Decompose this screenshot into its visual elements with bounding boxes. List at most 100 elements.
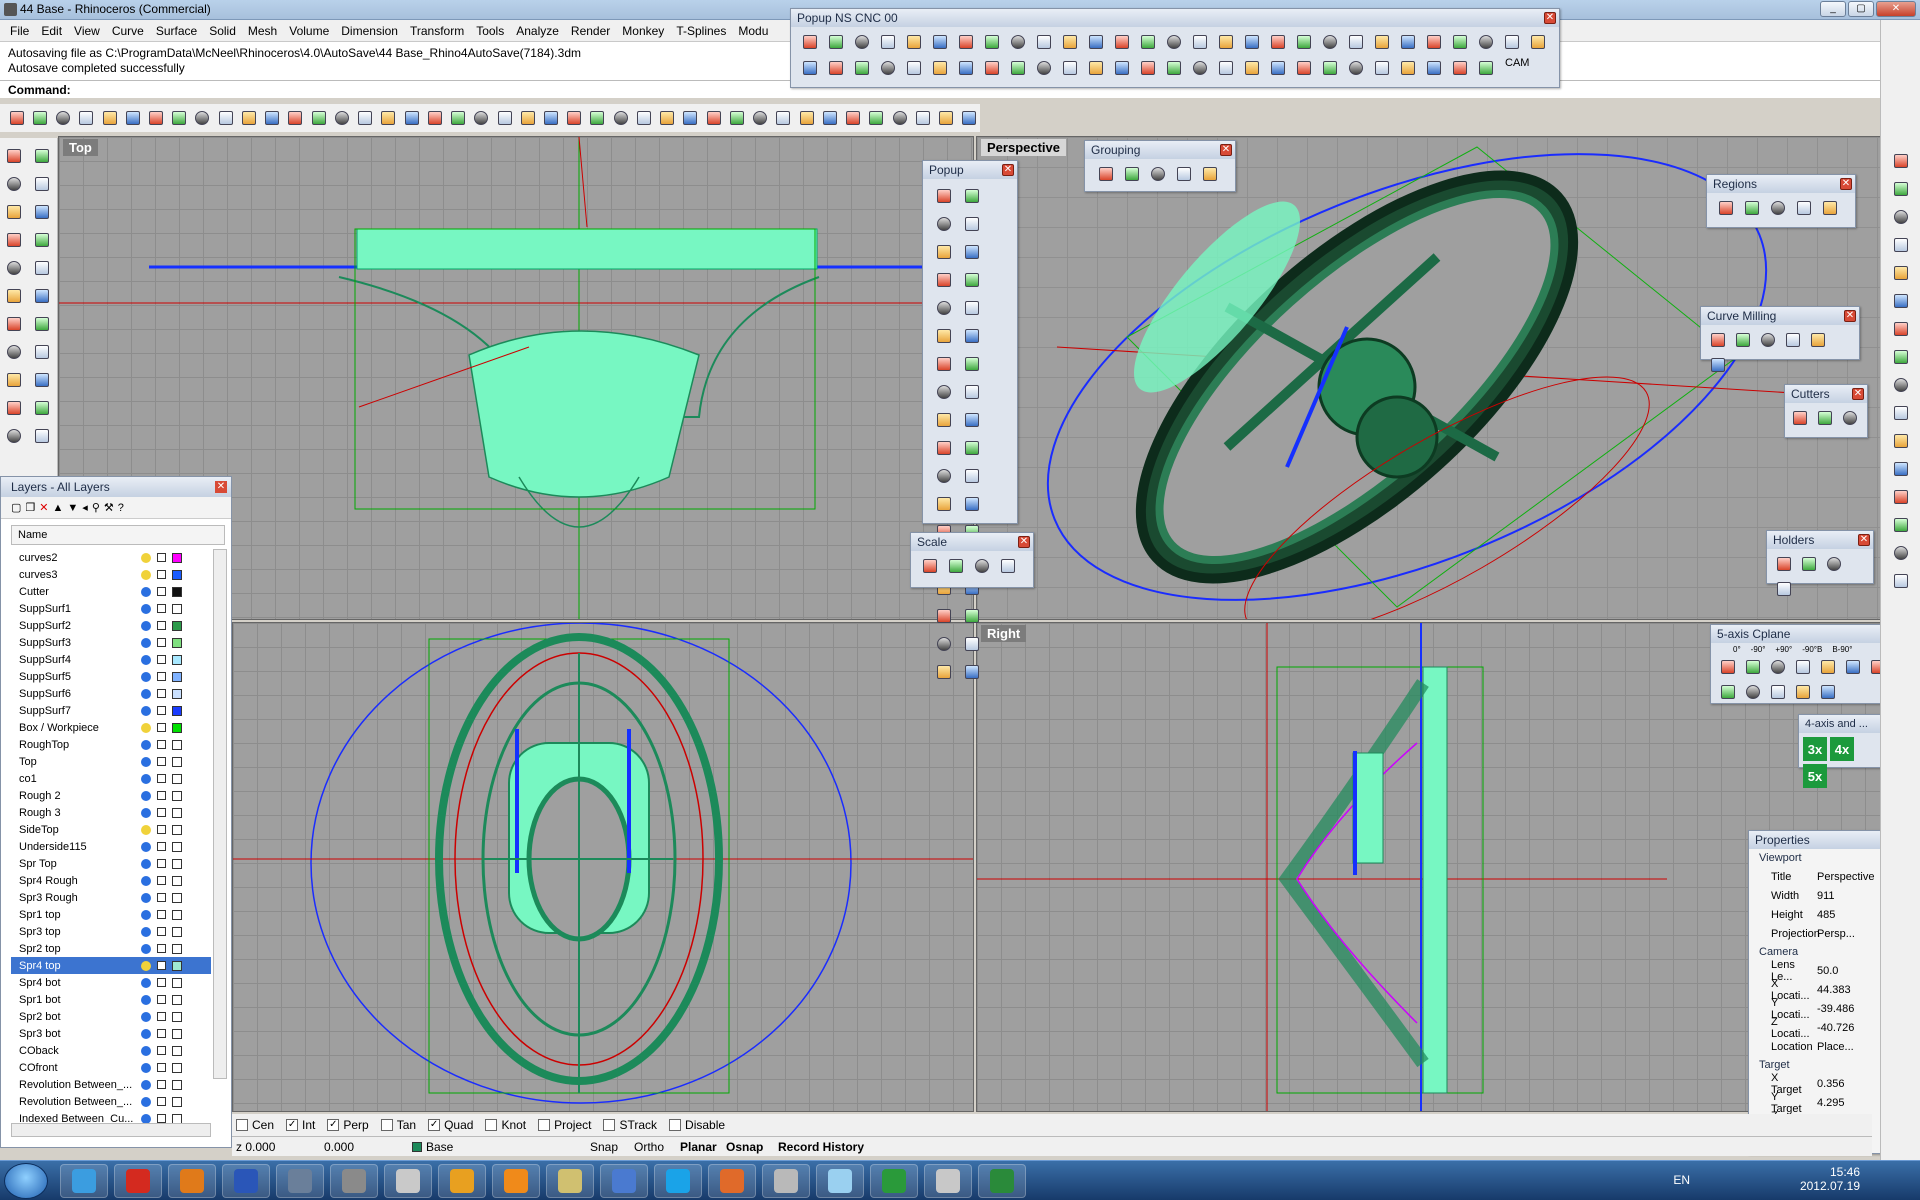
layer-color-swatch[interactable] bbox=[172, 1096, 182, 1107]
cnc-tool-icon[interactable] bbox=[929, 57, 951, 79]
cutter-tool-icon[interactable] bbox=[1789, 407, 1811, 429]
close-icon[interactable]: ✕ bbox=[1544, 12, 1556, 24]
popup-tool-icon[interactable] bbox=[933, 493, 955, 515]
standard-tool-icon[interactable] bbox=[424, 107, 445, 129]
osnap-checkbox[interactable]: ✓ bbox=[428, 1119, 441, 1131]
osnap-checkbox[interactable] bbox=[603, 1119, 616, 1131]
taskbar-app-icon[interactable] bbox=[816, 1164, 864, 1198]
popup-tool-icon[interactable] bbox=[961, 493, 983, 515]
osnap-int[interactable]: ✓ Int bbox=[286, 1118, 315, 1132]
layer-name[interactable]: Spr2 bot bbox=[11, 1011, 137, 1023]
left-tool-icon[interactable] bbox=[31, 201, 53, 223]
lock-icon[interactable] bbox=[157, 825, 166, 834]
osnap-strack[interactable]: STrack bbox=[603, 1118, 657, 1132]
lock-icon[interactable] bbox=[157, 1046, 166, 1055]
lock-icon[interactable] bbox=[157, 553, 166, 562]
standard-tool-icon[interactable] bbox=[773, 107, 794, 129]
standard-tool-icon[interactable] bbox=[935, 107, 956, 129]
cnc-tool-icon[interactable] bbox=[825, 31, 847, 53]
cnc-tool-icon[interactable] bbox=[1423, 57, 1445, 79]
standard-tool-icon[interactable] bbox=[145, 107, 166, 129]
layer-row[interactable]: Spr3 bot bbox=[11, 1025, 211, 1042]
status-layer[interactable]: Base bbox=[426, 1140, 453, 1154]
new-layer-icon[interactable]: ▢ bbox=[11, 501, 21, 514]
cplane-tool-icon[interactable] bbox=[1817, 656, 1839, 678]
layer-color-swatch[interactable] bbox=[172, 807, 182, 818]
standard-tool-icon[interactable] bbox=[494, 107, 515, 129]
standard-tool-icon[interactable] bbox=[564, 107, 585, 129]
layer-color-swatch[interactable] bbox=[172, 688, 182, 699]
layer-name[interactable]: Revolution Between_... bbox=[11, 1096, 137, 1108]
right-tool-icon[interactable] bbox=[1890, 346, 1912, 368]
lightbulb-icon[interactable] bbox=[141, 790, 151, 801]
lightbulb-icon[interactable] bbox=[141, 841, 151, 852]
left-tool-icon[interactable] bbox=[3, 313, 25, 335]
4x-button[interactable]: 4x bbox=[1830, 737, 1854, 761]
layer-name[interactable]: Spr3 top bbox=[11, 926, 137, 938]
left-tool-icon[interactable] bbox=[3, 145, 25, 167]
layer-name[interactable]: SuppSurf7 bbox=[11, 705, 137, 717]
viewport-label-top[interactable]: Top bbox=[63, 139, 98, 156]
taskbar-app-icon[interactable] bbox=[492, 1164, 540, 1198]
layer-name[interactable]: Revolution Between_... bbox=[11, 1079, 137, 1091]
layer-row[interactable]: Revolution Between_... bbox=[11, 1093, 211, 1110]
cplane-tool-icon[interactable] bbox=[1742, 656, 1764, 678]
layer-color-swatch[interactable] bbox=[172, 552, 182, 563]
layer-color-swatch[interactable] bbox=[172, 960, 182, 971]
osnap-tan[interactable]: Tan bbox=[380, 1118, 416, 1132]
right-tool-icon[interactable] bbox=[1890, 486, 1912, 508]
lock-icon[interactable] bbox=[157, 893, 166, 902]
popup-tool-icon[interactable] bbox=[933, 241, 955, 263]
standard-tool-icon[interactable] bbox=[866, 107, 887, 129]
left-tool-icon[interactable] bbox=[3, 425, 25, 447]
menu-dimension[interactable]: Dimension bbox=[335, 24, 404, 38]
taskbar-app-icon[interactable] bbox=[384, 1164, 432, 1198]
cnc-tool-icon[interactable] bbox=[799, 31, 821, 53]
layer-color-swatch[interactable] bbox=[172, 586, 182, 597]
cnc-tool-icon[interactable] bbox=[1501, 31, 1523, 53]
layer-row[interactable]: Spr Top bbox=[11, 855, 211, 872]
standard-tool-icon[interactable] bbox=[680, 107, 701, 129]
lightbulb-icon[interactable] bbox=[141, 994, 151, 1005]
osnap-knot[interactable]: Knot bbox=[485, 1118, 526, 1132]
cnc-tool-icon[interactable] bbox=[799, 57, 821, 79]
cnc-tool-icon[interactable] bbox=[1033, 31, 1055, 53]
cnc-tool-icon[interactable] bbox=[851, 57, 873, 79]
layer-name[interactable]: co1 bbox=[11, 773, 137, 785]
layer-row[interactable]: SideTop bbox=[11, 821, 211, 838]
lightbulb-icon[interactable] bbox=[141, 807, 151, 818]
layer-row[interactable]: Rough 3 bbox=[11, 804, 211, 821]
cnc-tool-icon[interactable] bbox=[1475, 31, 1497, 53]
taskbar-app-icon[interactable] bbox=[600, 1164, 648, 1198]
layer-color-swatch[interactable] bbox=[172, 926, 182, 937]
lock-icon[interactable] bbox=[157, 876, 166, 885]
menu-monkey[interactable]: Monkey bbox=[616, 24, 670, 38]
menu-render[interactable]: Render bbox=[565, 24, 616, 38]
cnc-tool-icon[interactable] bbox=[1111, 31, 1133, 53]
right-tool-icon[interactable] bbox=[1890, 262, 1912, 284]
popup-tool-icon[interactable] bbox=[961, 465, 983, 487]
cnc-tool-icon[interactable] bbox=[955, 31, 977, 53]
cnc-tool-icon[interactable] bbox=[1163, 57, 1185, 79]
layer-color-swatch[interactable] bbox=[172, 756, 182, 767]
lock-icon[interactable] bbox=[157, 655, 166, 664]
cnc-tool-icon[interactable] bbox=[1111, 57, 1133, 79]
taskbar-app-icon[interactable] bbox=[330, 1164, 378, 1198]
cnc-tool-icon[interactable] bbox=[1527, 31, 1549, 53]
popup-tool-icon[interactable] bbox=[933, 325, 955, 347]
region-tool-icon[interactable] bbox=[1715, 197, 1737, 219]
new-sublayer-icon[interactable]: ❐ bbox=[25, 501, 35, 514]
standard-tool-icon[interactable] bbox=[331, 107, 352, 129]
lightbulb-icon[interactable] bbox=[141, 637, 151, 648]
popup-tool-icon[interactable] bbox=[961, 213, 983, 235]
osnap-quad[interactable]: ✓ Quad bbox=[428, 1118, 473, 1132]
lock-icon[interactable] bbox=[157, 621, 166, 630]
lightbulb-icon[interactable] bbox=[141, 1045, 151, 1056]
clock-date[interactable]: 2012.07.19 bbox=[1800, 1179, 1860, 1193]
scale-tool-icon[interactable] bbox=[997, 555, 1019, 577]
layer-color-swatch[interactable] bbox=[172, 637, 182, 648]
5x-button[interactable]: 5x bbox=[1803, 764, 1827, 788]
layer-row[interactable]: Underside115 bbox=[11, 838, 211, 855]
standard-tool-icon[interactable] bbox=[540, 107, 561, 129]
popup-tool-icon[interactable] bbox=[961, 325, 983, 347]
